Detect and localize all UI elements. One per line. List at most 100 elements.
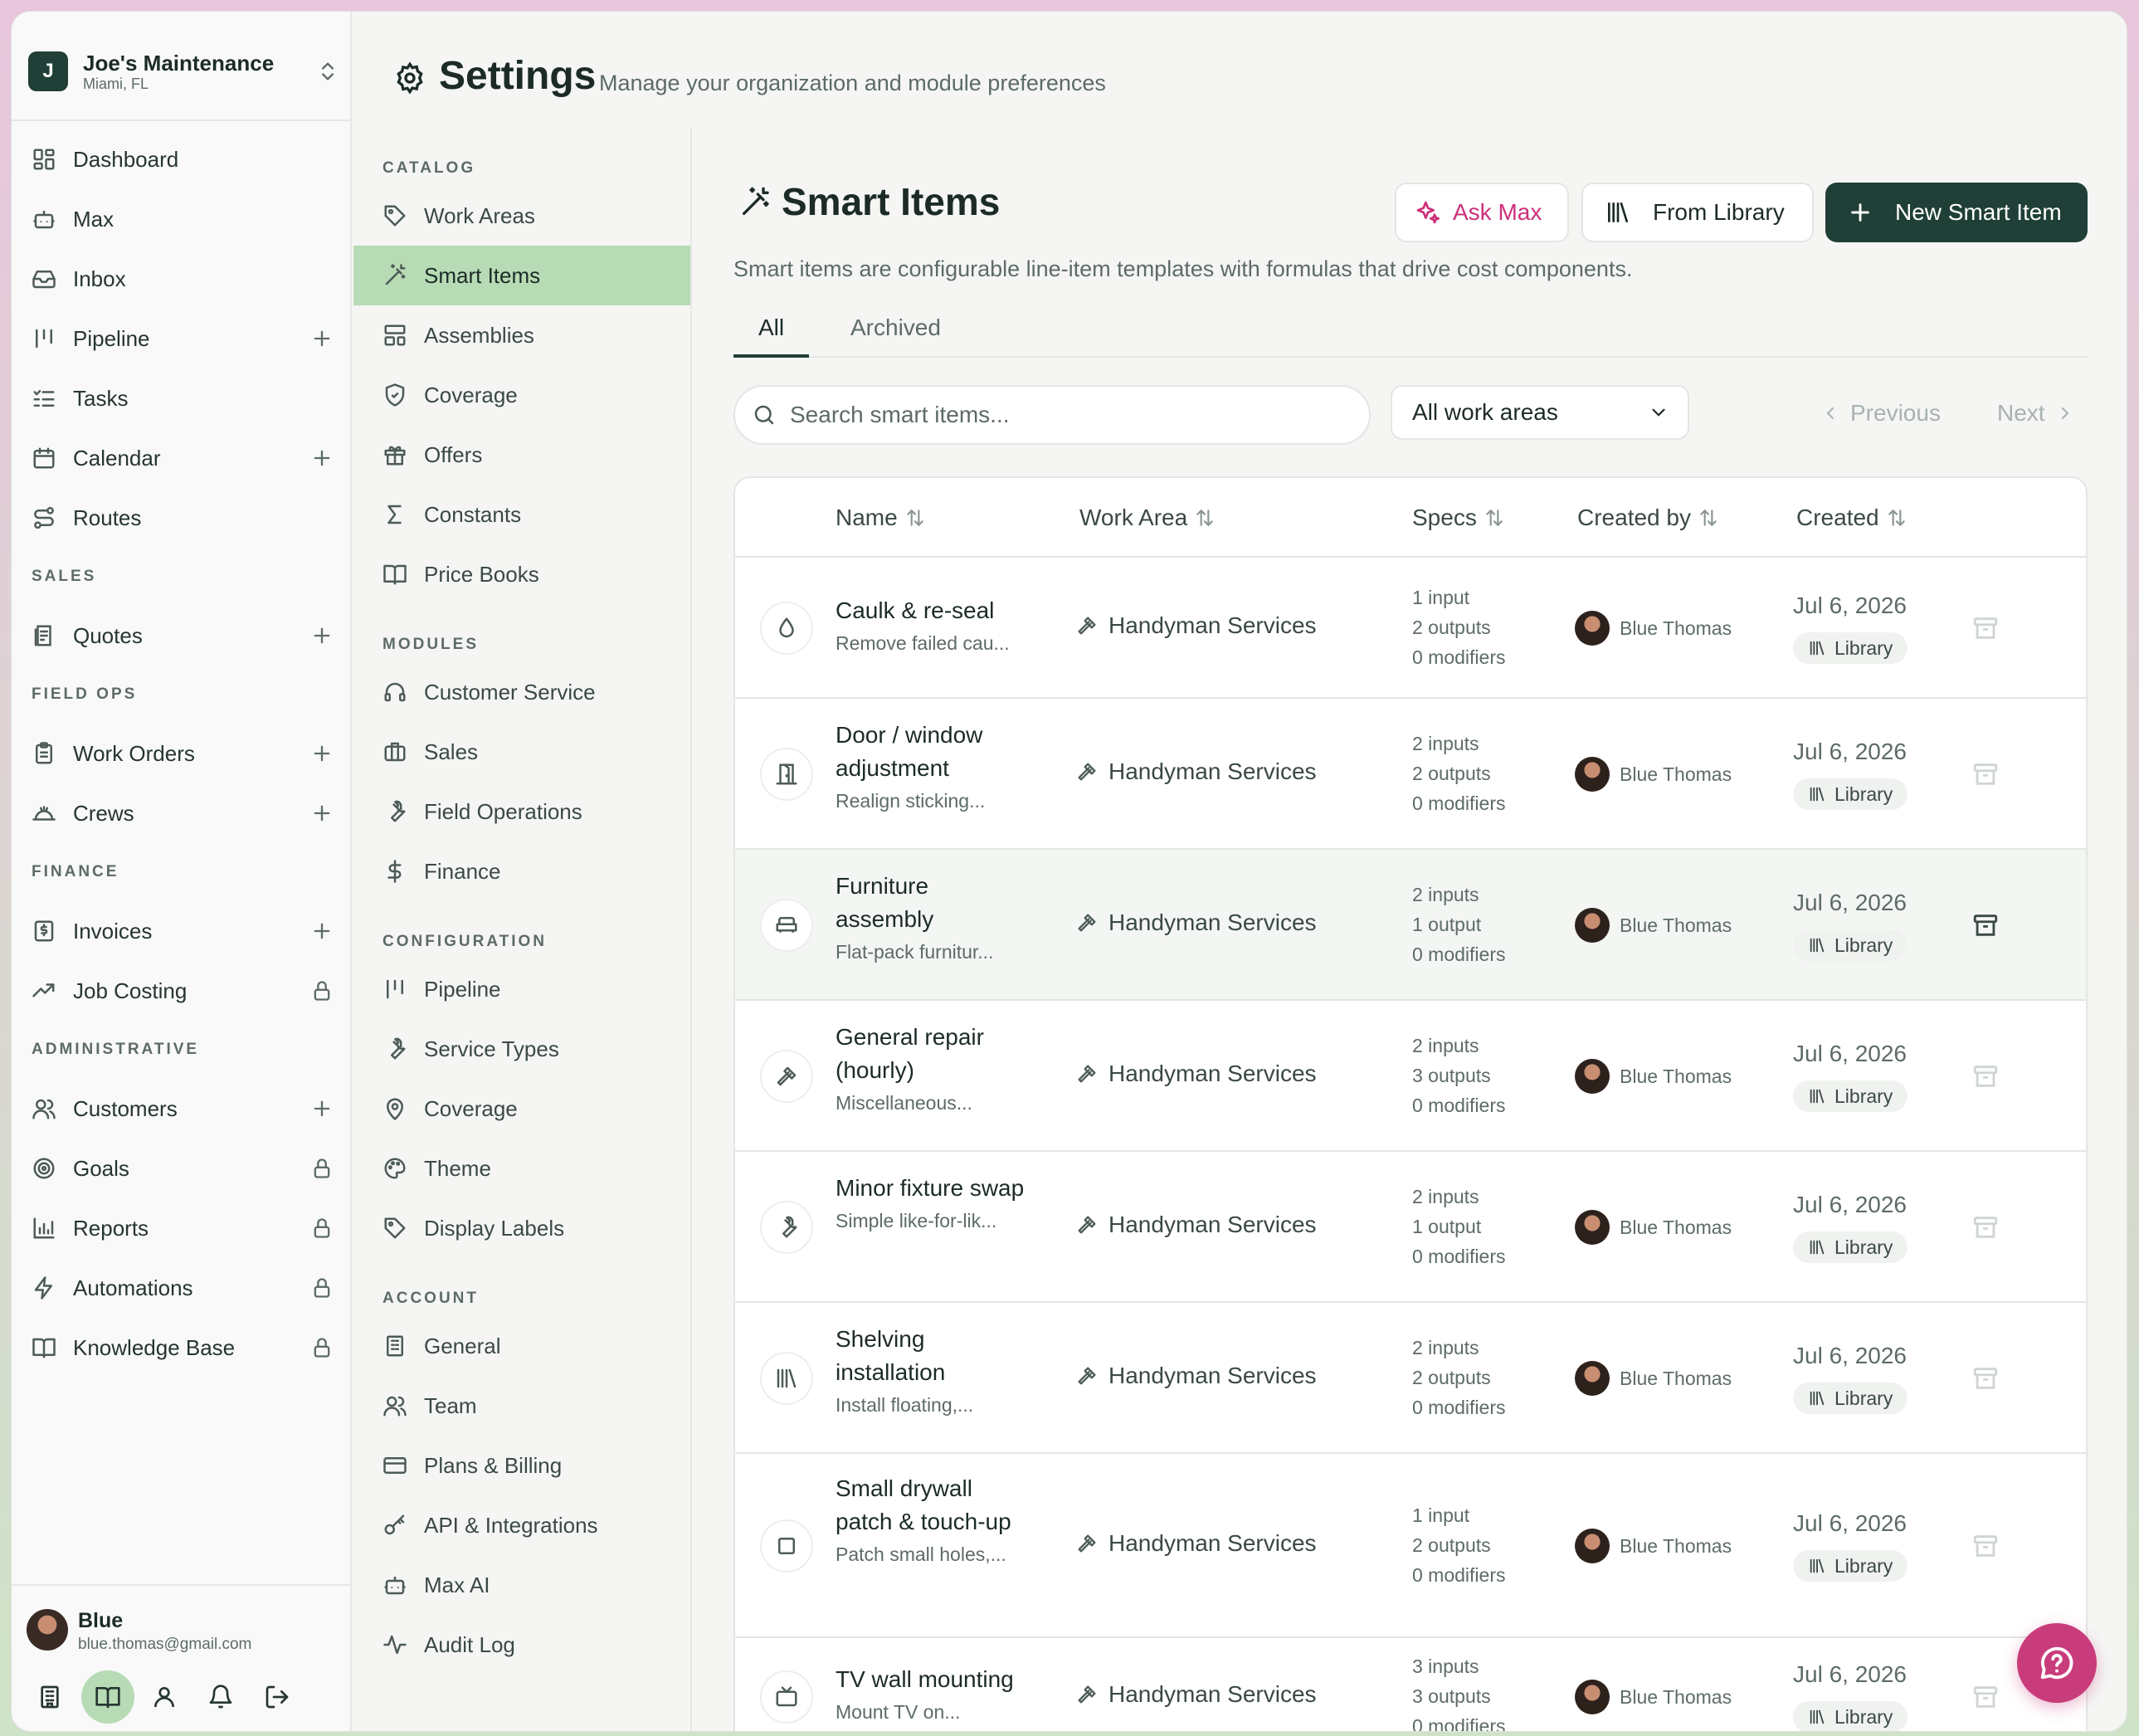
table-row[interactable]: Furniture assembly Flat-pack furnitur... …	[735, 850, 2086, 1001]
col-created[interactable]: Created	[1796, 505, 1908, 531]
item-name[interactable]: TV wall mounting Mount TV on...	[836, 1663, 1026, 1726]
building-button[interactable]	[23, 1670, 76, 1724]
work-area-select[interactable]: All work areas	[1391, 385, 1689, 440]
previous-button[interactable]: Previous	[1820, 400, 1941, 427]
settings-item-smart-items[interactable]: Smart Items	[353, 246, 690, 305]
item-name[interactable]: Shelving installation Install floating,..…	[836, 1323, 1026, 1419]
archive-icon[interactable]	[1971, 1532, 2000, 1560]
plus-icon[interactable]	[310, 919, 334, 943]
new-smart-item-button[interactable]: New Smart Item	[1825, 183, 2088, 242]
plus-icon[interactable]	[310, 446, 334, 470]
from-library-button[interactable]: From Library	[1581, 183, 1814, 242]
sidebar-item-goals[interactable]: Goals	[12, 1142, 352, 1195]
sidebar-item-job-costing[interactable]: Job Costing	[12, 964, 352, 1017]
archive-icon[interactable]	[1971, 1213, 2000, 1241]
item-name[interactable]: Door / window adjustment Realign sticking…	[836, 719, 1026, 815]
map-pin-icon	[386, 1098, 404, 1121]
plus-icon[interactable]	[310, 624, 334, 647]
settings-item-work-areas[interactable]: Work Areas	[353, 186, 690, 246]
section-sales: SALES	[32, 568, 97, 585]
settings-item-pipeline[interactable]: Pipeline	[353, 959, 690, 1019]
plus-icon[interactable]	[310, 1097, 334, 1120]
table-row[interactable]: Minor fixture swap Simple like-for-lik...…	[735, 1152, 2086, 1303]
item-name[interactable]: Caulk & re-seal Remove failed cau...	[836, 594, 1026, 657]
settings-item-max-ai[interactable]: Max AI	[353, 1555, 690, 1615]
sidebar-item-pipeline[interactable]: Pipeline	[12, 312, 352, 365]
settings-item-display-labels[interactable]: Display Labels	[353, 1198, 690, 1258]
sidebar-item-calendar[interactable]: Calendar	[12, 432, 352, 485]
next-button[interactable]: Next	[1997, 400, 2075, 427]
sidebar-item-knowledge-base[interactable]: Knowledge Base	[12, 1321, 352, 1374]
archive-icon[interactable]	[1971, 1364, 2000, 1392]
item-name[interactable]: Furniture assembly Flat-pack furnitur...	[836, 870, 1026, 966]
plus-icon[interactable]	[310, 327, 334, 350]
col-name[interactable]: Name	[836, 505, 926, 531]
sidebar-item-reports[interactable]: Reports	[12, 1202, 352, 1255]
sidebar-item-quotes[interactable]: Quotes	[12, 609, 352, 662]
sidebar-item-routes[interactable]: Routes	[12, 491, 352, 544]
knowledge-button[interactable]	[81, 1670, 134, 1724]
settings-item-service-types[interactable]: Service Types	[353, 1019, 690, 1079]
calendar-icon	[33, 447, 55, 469]
org-switcher[interactable]: J Joe's Maintenance Miami, FL	[28, 38, 339, 105]
settings-item-price-books[interactable]: Price Books	[353, 544, 690, 604]
table-row[interactable]: General repair (hourly) Miscellaneous... …	[735, 1001, 2086, 1152]
sidebar-item-customers[interactable]: Customers	[12, 1082, 352, 1135]
archive-icon[interactable]	[1971, 911, 2000, 939]
settings-item-general[interactable]: General	[353, 1316, 690, 1376]
settings-item-api-integrations[interactable]: API & Integrations	[353, 1495, 690, 1555]
settings-item-offers[interactable]: Offers	[353, 425, 690, 485]
logout-button[interactable]	[251, 1670, 304, 1724]
settings-item-constants[interactable]: Constants	[353, 485, 690, 544]
table-row[interactable]: Small drywall patch & touch-up Patch smal…	[735, 1454, 2086, 1638]
tab-all[interactable]: All	[733, 315, 810, 358]
notifications-button[interactable]	[194, 1670, 247, 1724]
settings-item-field-operations[interactable]: Field Operations	[353, 782, 690, 841]
archive-icon[interactable]	[1971, 1683, 2000, 1711]
table-row[interactable]: Shelving installation Install floating,..…	[735, 1303, 2086, 1454]
settings-item-sales[interactable]: Sales	[353, 722, 690, 782]
sidebar-item-tasks[interactable]: Tasks	[12, 372, 352, 425]
sidebar-item-work-orders[interactable]: Work Orders	[12, 727, 352, 780]
table-row[interactable]: Door / window adjustment Realign sticking…	[735, 699, 2086, 850]
tab-archived[interactable]: Archived	[850, 315, 941, 358]
item-name[interactable]: Small drywall patch & touch-up Patch smal…	[836, 1472, 1026, 1568]
sidebar-item-max[interactable]: Max	[12, 193, 352, 246]
search-input[interactable]	[790, 402, 1329, 428]
settings-item-plans-billing[interactable]: Plans & Billing	[353, 1436, 690, 1495]
settings-item-coverage-config[interactable]: Coverage	[353, 1079, 690, 1139]
table-row[interactable]: Caulk & re-seal Remove failed cau... Hand…	[735, 558, 2086, 699]
settings-item-team[interactable]: Team	[353, 1376, 690, 1436]
profile-button[interactable]	[138, 1670, 191, 1724]
archive-icon[interactable]	[1971, 760, 2000, 788]
col-created-by[interactable]: Created by	[1577, 505, 1719, 531]
sofa-icon	[760, 899, 813, 952]
clipboard-icon	[36, 742, 52, 764]
settings-item-theme[interactable]: Theme	[353, 1139, 690, 1198]
item-name[interactable]: General repair (hourly) Miscellaneous...	[836, 1021, 1026, 1117]
sidebar-item-automations[interactable]: Automations	[12, 1261, 352, 1314]
ask-max-button[interactable]: Ask Max	[1395, 183, 1569, 242]
sort-icon	[906, 509, 923, 527]
col-specs[interactable]: Specs	[1412, 505, 1505, 531]
settings-item-audit-log[interactable]: Audit Log	[353, 1615, 690, 1675]
col-work-area[interactable]: Work Area	[1079, 505, 1216, 531]
archive-icon[interactable]	[1971, 1062, 2000, 1090]
item-work-area: Handyman Services	[1075, 1212, 1317, 1238]
sidebar-item-inbox[interactable]: Inbox	[12, 252, 352, 305]
sidebar-item-crews[interactable]: Crews	[12, 787, 352, 840]
settings-item-assemblies[interactable]: Assemblies	[353, 305, 690, 365]
settings-item-customer-service[interactable]: Customer Service	[353, 662, 690, 722]
archive-icon[interactable]	[1971, 614, 2000, 642]
sort-icon	[1888, 509, 1905, 527]
avatar[interactable]	[27, 1609, 68, 1651]
help-chat-button[interactable]	[2017, 1623, 2097, 1703]
item-name[interactable]: Minor fixture swap Simple like-for-lik...	[836, 1172, 1026, 1235]
settings-item-coverage[interactable]: Coverage	[353, 365, 690, 425]
sidebar-item-invoices[interactable]: Invoices	[12, 905, 352, 958]
settings-item-finance[interactable]: Finance	[353, 841, 690, 901]
sidebar-item-dashboard[interactable]: Dashboard	[12, 133, 352, 186]
plus-icon[interactable]	[310, 802, 334, 825]
table-row[interactable]: TV wall mounting Mount TV on... Handyman …	[735, 1638, 2086, 1731]
plus-icon[interactable]	[310, 742, 334, 765]
